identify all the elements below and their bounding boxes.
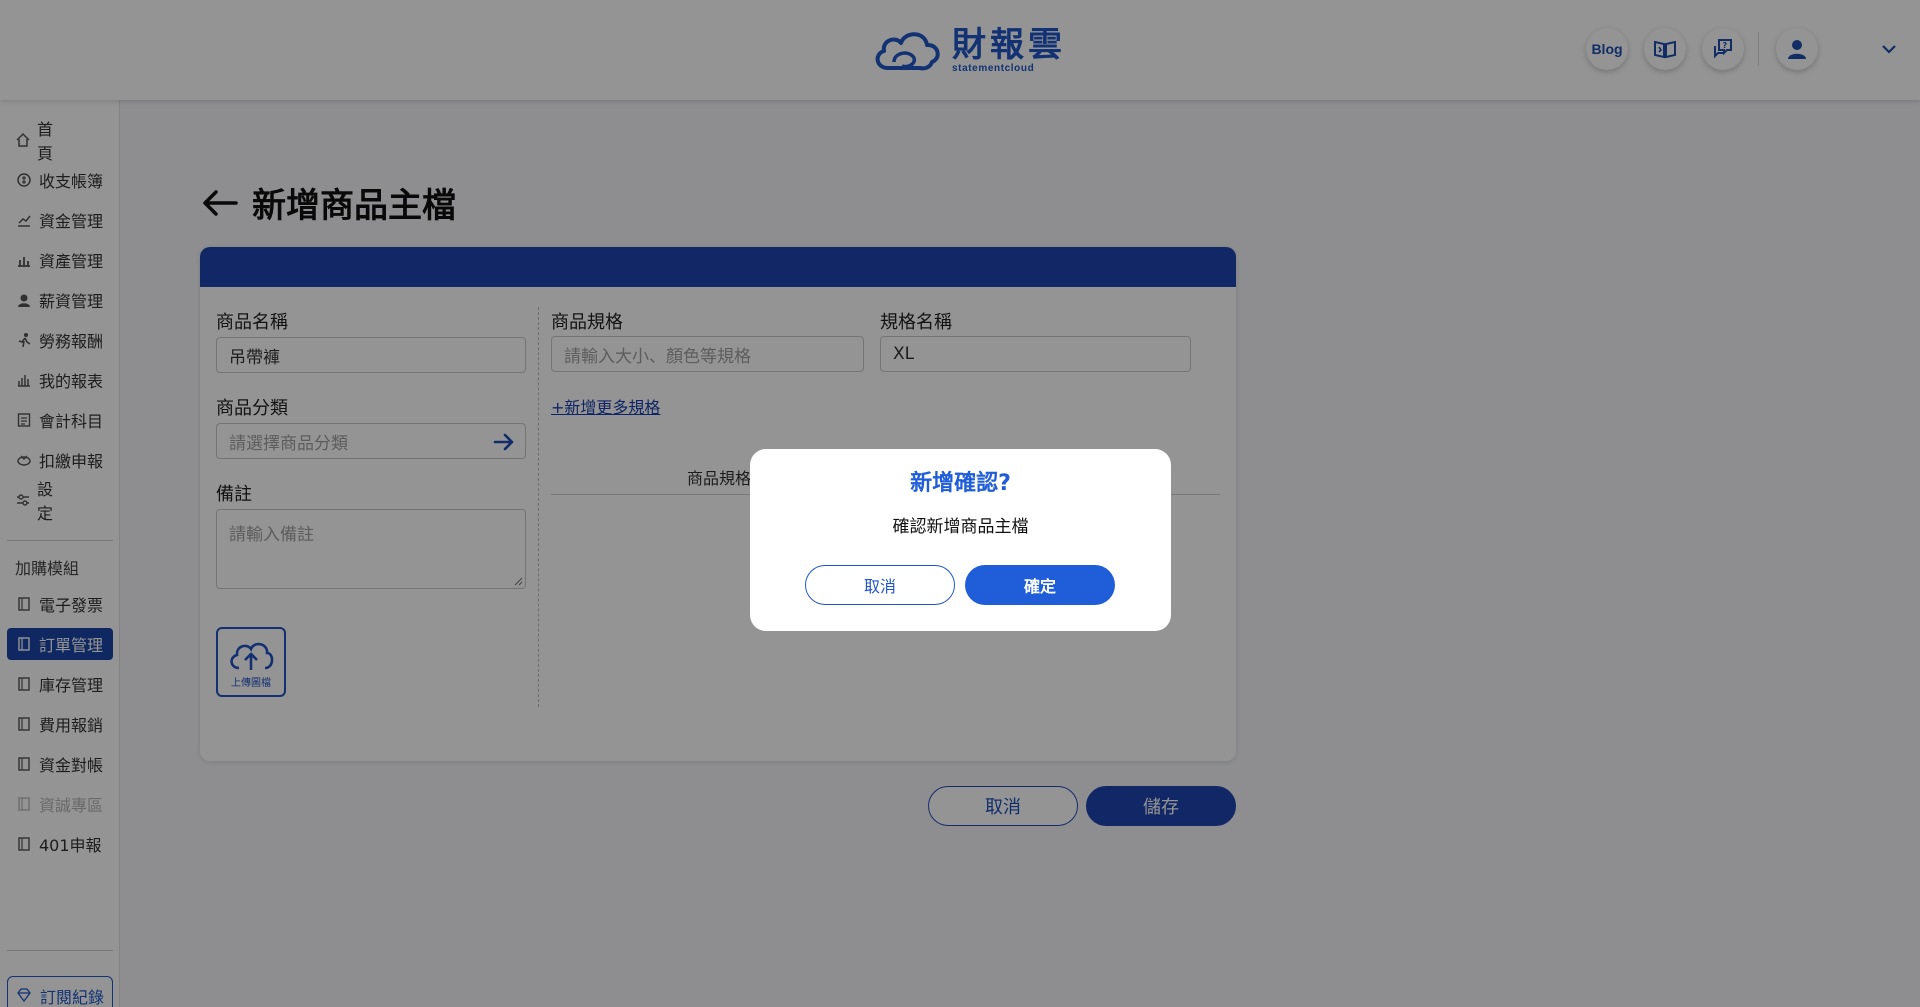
dialog-cancel-button[interactable]: 取消 <box>805 565 955 605</box>
dialog-title: 新增確認? <box>910 471 1011 496</box>
dialog-message: 確認新增商品主檔 <box>892 517 1029 537</box>
dialog-confirm-button[interactable]: 確定 <box>965 565 1115 605</box>
confirm-dialog: 新增確認? 確認新增商品主檔 取消 確定 <box>750 449 1171 631</box>
